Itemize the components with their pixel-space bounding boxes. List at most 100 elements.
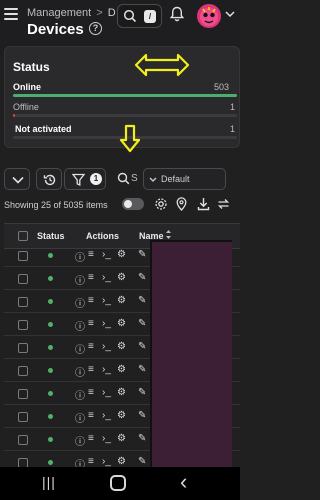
collapse-button[interactable] <box>4 168 30 190</box>
info-icon[interactable]: ⓘ <box>75 410 85 425</box>
gear-icon[interactable]: ⚙ <box>117 410 126 421</box>
terminal-icon[interactable]: ›_ <box>102 249 111 260</box>
help-icon[interactable]: ? <box>89 22 102 35</box>
tune-icon[interactable]: ≡ <box>88 295 94 306</box>
gear-icon[interactable]: ⚙ <box>117 295 126 306</box>
avatar-face-icon <box>200 7 218 26</box>
back-button[interactable]: ‹ <box>180 469 187 495</box>
filter-button[interactable]: 1 <box>64 168 106 190</box>
history-button[interactable] <box>36 168 62 190</box>
gear-icon[interactable]: ⚙ <box>117 272 126 283</box>
edit-icon[interactable]: ✎ <box>138 249 146 260</box>
info-icon[interactable]: ⓘ <box>75 433 85 448</box>
row-checkbox[interactable] <box>18 366 28 376</box>
select-all-checkbox[interactable] <box>18 231 28 241</box>
search-icon <box>117 172 130 185</box>
terminal-icon[interactable]: ›_ <box>102 387 111 398</box>
column-status[interactable]: Status <box>37 231 65 241</box>
terminal-icon[interactable]: ›_ <box>102 272 111 283</box>
not-activated-label[interactable]: Not activated <box>15 124 72 134</box>
breadcrumb-separator: > <box>96 7 103 19</box>
gear-icon[interactable]: ⚙ <box>117 433 126 444</box>
status-online-dot <box>48 253 53 258</box>
row-checkbox[interactable] <box>18 320 28 330</box>
refresh-icon[interactable] <box>217 197 230 211</box>
row-checkbox[interactable] <box>18 251 28 261</box>
download-icon[interactable] <box>197 197 210 211</box>
notification-bell-icon[interactable] <box>170 6 184 22</box>
online-count: 503 <box>214 82 230 92</box>
edit-icon[interactable]: ✎ <box>138 387 146 398</box>
tune-icon[interactable]: ≡ <box>88 410 94 421</box>
breadcrumb-management[interactable]: Management <box>27 7 91 19</box>
tune-icon[interactable]: ≡ <box>88 249 94 260</box>
row-checkbox[interactable] <box>18 343 28 353</box>
terminal-icon[interactable]: ›_ <box>102 364 111 375</box>
edit-icon[interactable]: ✎ <box>138 410 146 421</box>
edit-icon[interactable]: ✎ <box>138 456 146 467</box>
edit-icon[interactable]: ✎ <box>138 364 146 375</box>
info-icon[interactable]: ⓘ <box>75 341 85 356</box>
status-online-dot <box>48 345 53 350</box>
gear-icon[interactable]: ⚙ <box>117 456 126 467</box>
edit-icon[interactable]: ✎ <box>138 318 146 329</box>
tune-icon[interactable]: ≡ <box>88 318 94 329</box>
showing-count: Showing 25 of 5035 items <box>4 200 108 210</box>
menu-icon[interactable] <box>4 8 18 20</box>
recent-apps-button[interactable]: ||| <box>42 474 56 490</box>
search-icon <box>123 9 137 23</box>
terminal-icon[interactable]: ›_ <box>102 341 111 352</box>
chevron-down-icon[interactable] <box>225 10 235 18</box>
row-checkbox[interactable] <box>18 412 28 422</box>
info-icon[interactable]: ⓘ <box>75 364 85 379</box>
history-icon <box>43 174 56 186</box>
down-arrow-annotation <box>119 124 141 153</box>
gear-icon[interactable]: ⚙ <box>117 387 126 398</box>
tune-icon[interactable]: ≡ <box>88 272 94 283</box>
table-search-placeholder: S <box>131 173 138 184</box>
gear-icon[interactable]: ⚙ <box>117 364 126 375</box>
chevron-down-icon <box>149 177 157 182</box>
edit-icon[interactable]: ✎ <box>138 272 146 283</box>
tune-icon[interactable]: ≡ <box>88 341 94 352</box>
edit-icon[interactable]: ✎ <box>138 295 146 306</box>
tune-icon[interactable]: ≡ <box>88 364 94 375</box>
tune-icon[interactable]: ≡ <box>88 433 94 444</box>
online-label[interactable]: Online <box>13 82 41 92</box>
offline-bar <box>13 114 237 117</box>
edit-icon[interactable]: ✎ <box>138 341 146 352</box>
table-search-input[interactable]: S <box>112 168 142 190</box>
tune-icon[interactable]: ≡ <box>88 387 94 398</box>
toggle-switch[interactable] <box>122 198 144 210</box>
view-select[interactable]: Default <box>143 168 226 190</box>
terminal-icon[interactable]: ›_ <box>102 295 111 306</box>
home-button[interactable] <box>110 475 126 491</box>
settings-gear-icon[interactable] <box>154 197 168 211</box>
edit-icon[interactable]: ✎ <box>138 433 146 444</box>
filter-icon <box>72 173 85 187</box>
status-online-dot <box>48 368 53 373</box>
row-checkbox[interactable] <box>18 435 28 445</box>
terminal-icon[interactable]: ›_ <box>102 456 111 467</box>
gear-icon[interactable]: ⚙ <box>117 318 126 329</box>
terminal-icon[interactable]: ›_ <box>102 318 111 329</box>
gear-icon[interactable]: ⚙ <box>117 341 126 352</box>
avatar[interactable] <box>197 4 221 28</box>
info-icon[interactable]: ⓘ <box>75 318 85 333</box>
location-pin-icon[interactable] <box>176 197 187 211</box>
terminal-icon[interactable]: ›_ <box>102 410 111 421</box>
row-checkbox[interactable] <box>18 389 28 399</box>
gear-icon[interactable]: ⚙ <box>117 249 126 260</box>
info-icon[interactable]: ⓘ <box>75 295 85 310</box>
row-checkbox[interactable] <box>18 297 28 307</box>
tune-icon[interactable]: ≡ <box>88 456 94 467</box>
terminal-icon[interactable]: ›_ <box>102 433 111 444</box>
page-title: Devices <box>27 21 84 38</box>
info-icon[interactable]: ⓘ <box>75 249 85 264</box>
sort-icon[interactable] <box>165 229 172 240</box>
info-icon[interactable]: ⓘ <box>75 387 85 402</box>
offline-label[interactable]: Offline <box>13 102 39 112</box>
global-search-button[interactable]: / <box>117 4 162 28</box>
row-checkbox[interactable] <box>18 274 28 284</box>
info-icon[interactable]: ⓘ <box>75 272 85 287</box>
